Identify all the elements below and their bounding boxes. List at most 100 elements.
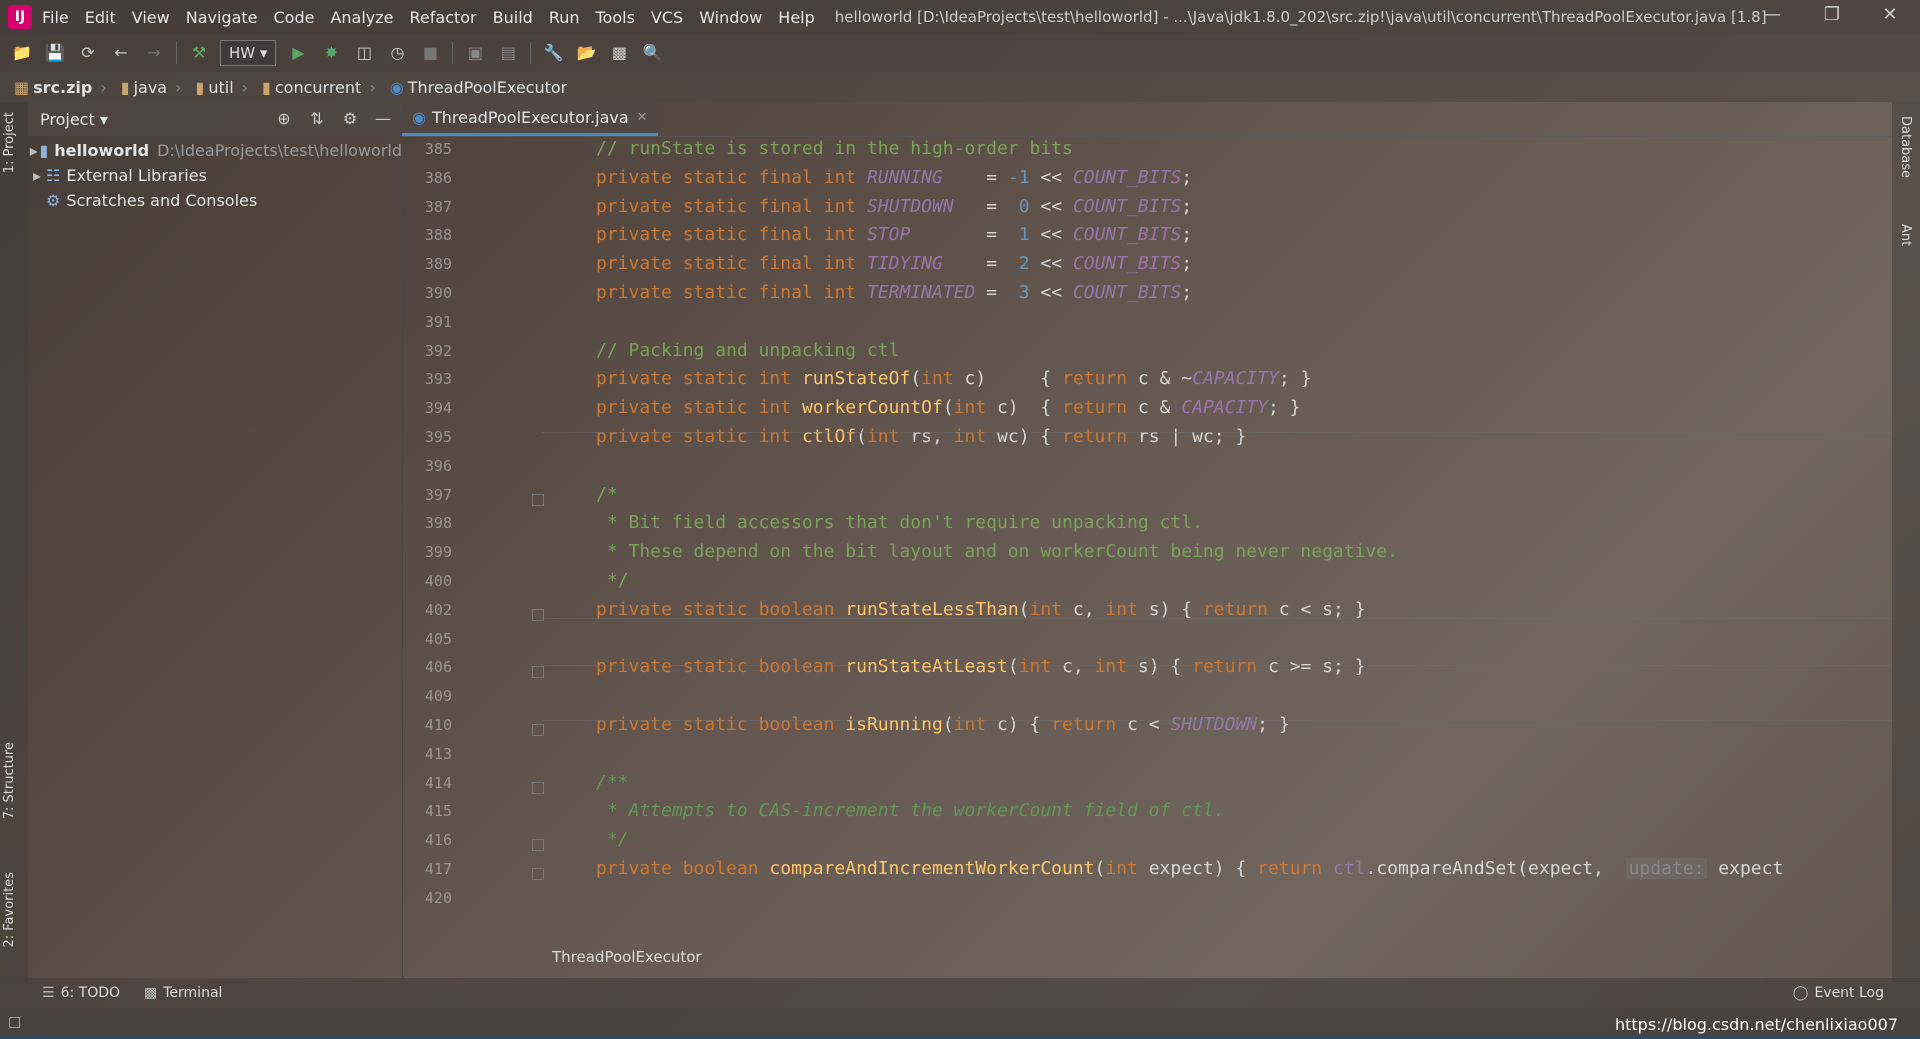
close-icon[interactable]: ✕ — [1870, 4, 1910, 25]
line-number: 415 — [424, 802, 452, 821]
tab-terminal[interactable]: ▩ Terminal — [144, 985, 222, 1001]
close-tab-icon[interactable]: ✕ — [637, 110, 648, 125]
tree-item-helloworld[interactable]: ▸ ▮ helloworld D:\IdeaProjects\test\hell… — [28, 138, 402, 163]
remote-icon[interactable]: ▤ — [497, 42, 519, 64]
sync-icon[interactable]: ⟳ — [77, 42, 99, 64]
build-hammer-icon[interactable]: ⚒ — [188, 42, 210, 64]
breadcrumb: ▦ src.zip › ▮ java › ▮ util › ▮ concurrent › ◉ Th… — [0, 72, 1920, 102]
code-line[interactable]: private static final int TERMINATED = 3 … — [596, 280, 1192, 306]
code-line[interactable]: * Attempts to CAS-increment the workerCo… — [596, 798, 1225, 824]
menu-edit[interactable]: Edit — [85, 8, 116, 27]
back-icon[interactable]: ← — [110, 42, 132, 64]
fold-marker-icon[interactable] — [532, 781, 544, 794]
locate-icon[interactable]: ⊕ — [273, 108, 295, 130]
intellij-logo-icon: IJ — [8, 5, 32, 29]
code-line[interactable]: private static final int RUNNING = -1 <<… — [596, 165, 1192, 191]
main-toolbar: 📁 💾 ⟳ ← → ⚒ HW ▾ ▶ ✸ ◫ ◷ ■ ▣ ▤ 🔧 📂 ▩ 🔍 — [0, 34, 1920, 72]
run-icon[interactable]: ▶ — [287, 42, 309, 64]
tab-structure[interactable]: 7: Structure — [2, 742, 17, 819]
code-line[interactable]: /** — [596, 770, 629, 796]
tab-favorites[interactable]: 2: Favorites — [2, 872, 17, 948]
coverage-icon[interactable]: ◫ — [353, 42, 375, 64]
fold-marker-icon[interactable] — [532, 724, 544, 736]
tree-item-scratches[interactable]: ⚙ Scratches and Consoles — [28, 188, 402, 213]
line-number: 392 — [424, 341, 452, 360]
menu-build[interactable]: Build — [493, 8, 533, 27]
project-view-select[interactable]: Project ▾ — [40, 110, 108, 129]
menu-view[interactable]: View — [132, 8, 170, 27]
profile-icon[interactable]: ◷ — [386, 42, 408, 64]
code-line[interactable]: private static final int STOP = 1 << COU… — [596, 222, 1192, 248]
search-icon[interactable]: 🔍 — [641, 42, 663, 64]
menu-refactor[interactable]: Refactor — [410, 8, 477, 27]
menu-vcs[interactable]: VCS — [651, 8, 683, 27]
breadcrumb-item[interactable]: ▦ src.zip › — [14, 78, 107, 97]
menu-help[interactable]: Help — [778, 8, 814, 27]
fold-marker-icon[interactable] — [532, 868, 544, 880]
terminal-window-icon[interactable]: ▩ — [608, 42, 630, 64]
line-number: 409 — [424, 687, 452, 706]
open-folder-icon[interactable]: 📁 — [11, 42, 33, 64]
collapse-all-icon[interactable]: ⇅ — [306, 108, 328, 130]
attach-debugger-icon[interactable]: ▣ — [464, 42, 486, 64]
code-line[interactable]: private static int ctlOf(int rs, int wc)… — [596, 424, 1246, 450]
scratches-icon: ⚙ — [46, 191, 61, 210]
editor-breadcrumb[interactable]: ThreadPoolExecutor — [552, 948, 702, 966]
code-editor: ◉ ThreadPoolExecutor.java ✕ 385 386 387 388… — [402, 102, 1892, 978]
code-line[interactable]: * These depend on the bit layout and on … — [596, 539, 1398, 565]
code-line[interactable]: private static int runStateOf(int c) { r… — [596, 366, 1311, 392]
breadcrumb-item[interactable]: ▮ java › — [121, 78, 182, 97]
code-line[interactable]: private static boolean isRunning(int c) … — [596, 712, 1290, 738]
expand-arrow-icon[interactable]: ▸ — [28, 166, 46, 185]
code-line[interactable]: * Bit field accessors that don't require… — [596, 510, 1203, 536]
debug-icon[interactable]: ✸ — [320, 42, 342, 64]
fold-marker-icon[interactable] — [532, 666, 544, 679]
tab-ant[interactable]: Ant — [1898, 224, 1913, 246]
settings-wrench-icon[interactable]: 🔧 — [542, 42, 564, 64]
code-line[interactable]: */ — [596, 568, 629, 594]
fold-marker-icon[interactable] — [532, 839, 544, 852]
menu-window[interactable]: Window — [699, 8, 762, 27]
run-configuration-select[interactable]: HW ▾ — [220, 40, 277, 66]
method-separator — [542, 432, 1892, 433]
list-icon: ☰ — [42, 985, 55, 1001]
code-area[interactable]: // runState is stored in the high-order … — [596, 136, 1886, 936]
menu-code[interactable]: Code — [274, 8, 315, 27]
code-line[interactable]: private boolean compareAndIncrementWorke… — [596, 856, 1783, 882]
tab-threadpoolexecutor[interactable]: ◉ ThreadPoolExecutor.java ✕ — [402, 102, 658, 136]
code-line[interactable]: private static int workerCountOf(int c) … — [596, 395, 1300, 421]
tree-item-external-libraries[interactable]: ▸ ☷ External Libraries — [28, 163, 402, 188]
code-line[interactable]: // runState is stored in the high-order … — [596, 136, 1073, 162]
line-number: 416 — [424, 831, 452, 850]
code-line[interactable]: /* — [596, 482, 618, 508]
hide-icon[interactable]: — — [372, 108, 394, 130]
toggle-tool-windows-icon[interactable]: □ — [8, 1014, 21, 1030]
code-line[interactable]: private static boolean runStateAtLeast(i… — [596, 654, 1366, 680]
breadcrumb-item[interactable]: ▮ concurrent › — [262, 78, 376, 97]
restore-icon[interactable]: ❐ — [1812, 4, 1852, 25]
code-line[interactable]: // Packing and unpacking ctl — [596, 338, 899, 364]
code-line[interactable]: private static final int SHUTDOWN = 0 <<… — [596, 194, 1192, 220]
expand-arrow-icon[interactable]: ▸ — [28, 141, 39, 160]
forward-icon[interactable]: → — [143, 42, 165, 64]
menu-tools[interactable]: Tools — [596, 8, 635, 27]
tab-event-log[interactable]: ◯ Event Log — [1793, 985, 1884, 1001]
breadcrumb-item[interactable]: ▮ util › — [196, 78, 249, 97]
menu-run[interactable]: Run — [549, 8, 580, 27]
code-line[interactable]: private static final int TIDYING = 2 << … — [596, 251, 1192, 277]
menu-navigate[interactable]: Navigate — [186, 8, 258, 27]
gear-icon[interactable]: ⚙ — [339, 108, 361, 130]
save-all-icon[interactable]: 💾 — [44, 42, 66, 64]
project-structure-icon[interactable]: 📂 — [575, 42, 597, 64]
fold-marker-icon[interactable] — [532, 493, 544, 506]
menu-analyze[interactable]: Analyze — [330, 8, 393, 27]
minimize-icon[interactable]: — — [1752, 4, 1792, 25]
archive-icon: ▦ — [14, 77, 30, 97]
breadcrumb-item[interactable]: ◉ ThreadPoolExecutor — [390, 78, 568, 97]
tab-todo[interactable]: ☰ 6: TODO — [42, 985, 120, 1001]
code-line[interactable]: */ — [596, 827, 629, 853]
tab-project[interactable]: 1: Project — [2, 112, 17, 173]
stop-icon[interactable]: ■ — [419, 42, 441, 64]
menu-file[interactable]: File — [42, 8, 69, 27]
tab-database[interactable]: Database — [1898, 116, 1913, 178]
